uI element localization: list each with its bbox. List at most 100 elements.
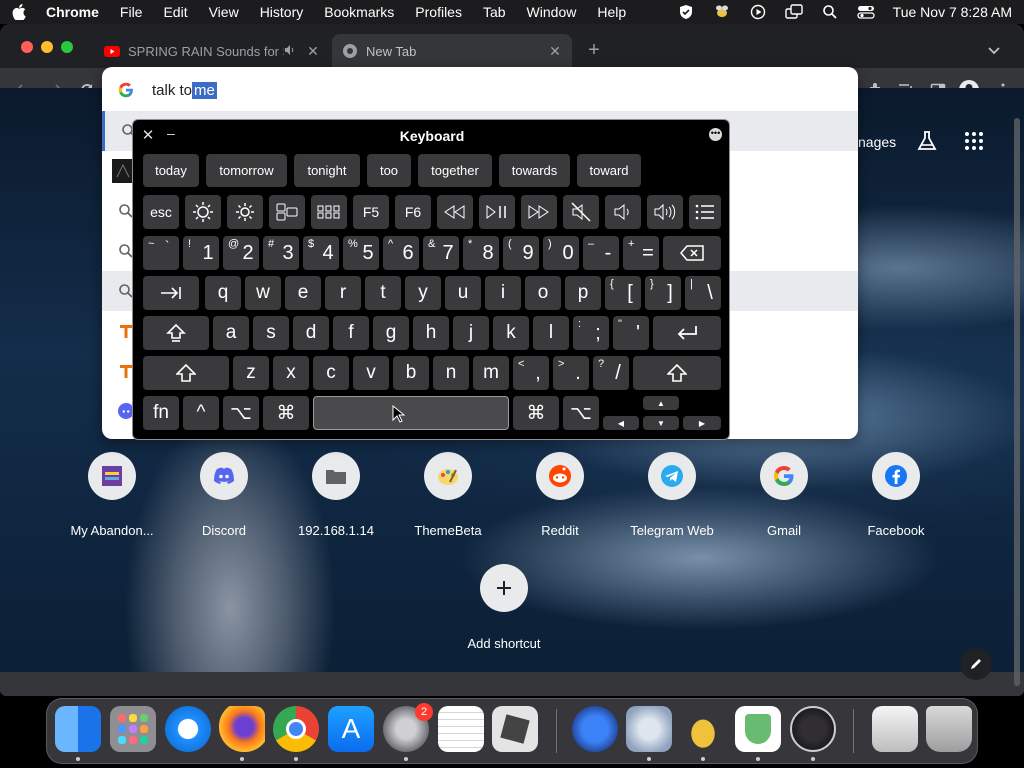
quicktime-icon[interactable]	[572, 706, 618, 752]
letter-key[interactable]: j	[453, 316, 489, 350]
caps-lock-icon[interactable]	[143, 316, 209, 350]
new-tab-plus-icon[interactable]: +	[584, 40, 604, 60]
images-link[interactable]: nages	[858, 134, 896, 150]
audio-playing-icon[interactable]	[284, 44, 298, 59]
f5-key[interactable]: F5	[353, 195, 389, 229]
letter-key[interactable]: a	[213, 316, 249, 350]
fn-key[interactable]: fn	[143, 396, 179, 430]
command-key[interactable]: ⌘	[263, 396, 309, 430]
bee-icon[interactable]	[713, 4, 731, 20]
letter-key[interactable]: x	[273, 356, 309, 390]
menu-history[interactable]: History	[260, 4, 304, 20]
key-comma[interactable]: <,	[513, 356, 549, 390]
right-option-key[interactable]: ⌥	[563, 396, 599, 430]
rewind-icon[interactable]	[437, 195, 473, 229]
launchpad-icon[interactable]	[311, 195, 347, 229]
return-key-icon[interactable]	[653, 316, 721, 350]
key-close-bracket[interactable]: }]	[645, 276, 681, 310]
tab-key-icon[interactable]	[143, 276, 199, 310]
letter-key[interactable]: b	[393, 356, 429, 390]
list-menu-icon[interactable]	[689, 195, 721, 229]
menubar-clock[interactable]: Tue Nov 7 8:28 AM	[893, 4, 1012, 20]
arrow-right-icon[interactable]: ▶	[683, 416, 721, 430]
esc-key[interactable]: esc	[143, 195, 179, 229]
letter-key[interactable]: n	[433, 356, 469, 390]
menu-bookmarks[interactable]: Bookmarks	[324, 4, 394, 20]
letter-key[interactable]: e	[285, 276, 321, 310]
letter-key[interactable]: g	[373, 316, 409, 350]
window-close-button[interactable]	[21, 41, 33, 53]
settings-gear-icon[interactable]	[626, 706, 672, 752]
letter-key[interactable]: v	[353, 356, 389, 390]
close-tab-icon[interactable]: ✕	[548, 43, 562, 60]
trash-icon[interactable]	[926, 706, 972, 752]
shortcut-reddit[interactable]: Reddit	[504, 452, 616, 538]
letter-key[interactable]: p	[565, 276, 601, 310]
brightness-up-icon[interactable]	[227, 195, 263, 229]
key-quote[interactable]: " '	[613, 316, 649, 350]
shortcut-themebeta[interactable]: ThemeBeta	[392, 452, 504, 538]
menu-chrome[interactable]: Chrome	[46, 4, 99, 20]
letter-key[interactable]: u	[445, 276, 481, 310]
option-key[interactable]: ⌥	[223, 396, 259, 430]
mute-icon[interactable]	[563, 195, 599, 229]
firefox-icon[interactable]	[219, 706, 265, 752]
safari-icon[interactable]	[165, 706, 211, 752]
key-slash[interactable]: ? /	[593, 356, 629, 390]
delete-backspace-icon[interactable]	[663, 236, 721, 270]
key-4[interactable]: $4	[303, 236, 339, 270]
spotlight-search-icon[interactable]	[821, 4, 839, 20]
letter-key[interactable]: k	[493, 316, 529, 350]
arrow-left-icon[interactable]: ◀	[603, 416, 639, 430]
right-shift-icon[interactable]	[633, 356, 721, 390]
key-1[interactable]: ! 1	[183, 236, 219, 270]
suggestion-tonight[interactable]: tonight	[294, 154, 360, 187]
window-zoom-button[interactable]	[61, 41, 73, 53]
more-options-icon[interactable]: •••	[709, 128, 722, 141]
tab-new-tab[interactable]: New Tab ✕	[332, 34, 572, 68]
add-shortcut-button[interactable]: Add shortcut	[448, 564, 560, 651]
letter-key[interactable]: i	[485, 276, 521, 310]
menu-help[interactable]: Help	[597, 4, 626, 20]
roblox-icon[interactable]	[492, 706, 538, 752]
shortcut-discord[interactable]: Discord	[168, 452, 280, 538]
key-open-bracket[interactable]: {[	[605, 276, 641, 310]
shortcut-gmail[interactable]: Gmail	[728, 452, 840, 538]
control-key[interactable]: ^	[183, 396, 219, 430]
space-bar[interactable]	[313, 396, 509, 430]
letter-key[interactable]: y	[405, 276, 441, 310]
shield-check-icon[interactable]	[677, 4, 695, 20]
tab-spring-rain[interactable]: SPRING RAIN Sounds for S ✕	[94, 34, 330, 68]
letter-key[interactable]: f	[333, 316, 369, 350]
arrow-up-icon[interactable]: ▲	[643, 396, 679, 410]
suggestion-tomorrow[interactable]: tomorrow	[206, 154, 287, 187]
key-2[interactable]: @2	[223, 236, 259, 270]
menu-file[interactable]: File	[120, 4, 143, 20]
menu-view[interactable]: View	[209, 4, 239, 20]
play-circle-icon[interactable]	[749, 4, 767, 20]
menu-profiles[interactable]: Profiles	[415, 4, 462, 20]
shortcut-my-abandonware[interactable]: My Abandon...	[56, 452, 168, 538]
suggestion-together[interactable]: together	[418, 154, 492, 187]
f6-key[interactable]: F6	[395, 195, 431, 229]
menu-window[interactable]: Window	[527, 4, 577, 20]
page-scrollbar[interactable]	[1014, 118, 1020, 686]
key-6[interactable]: ^ 6	[383, 236, 419, 270]
close-tab-icon[interactable]: ✕	[306, 43, 320, 60]
screen-mirroring-icon[interactable]	[784, 4, 803, 20]
right-command-key[interactable]: ⌘	[513, 396, 559, 430]
letter-key[interactable]: c	[313, 356, 349, 390]
app-store-icon[interactable]: A	[328, 706, 374, 752]
labs-flask-icon[interactable]	[916, 130, 938, 152]
key-0[interactable]: ) 0	[543, 236, 579, 270]
key-7[interactable]: & 7	[423, 236, 459, 270]
obs-studio-icon[interactable]	[790, 706, 836, 752]
window-minimize-button[interactable]	[41, 41, 53, 53]
tab-search-chevron-icon[interactable]	[986, 42, 1002, 58]
suggestion-toward[interactable]: toward	[577, 154, 641, 187]
launchpad-icon[interactable]	[110, 706, 156, 752]
letter-key[interactable]: s	[253, 316, 289, 350]
volume-up-icon[interactable]	[647, 195, 683, 229]
play-pause-icon[interactable]	[479, 195, 515, 229]
letter-key[interactable]: h	[413, 316, 449, 350]
